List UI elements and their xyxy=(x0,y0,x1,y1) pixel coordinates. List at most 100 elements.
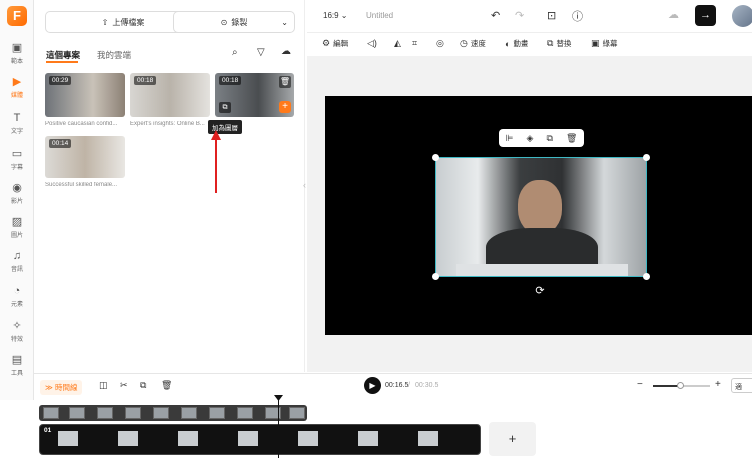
resize-handle[interactable] xyxy=(643,154,650,161)
nav-template[interactable]: ▣ 範本 xyxy=(0,42,34,65)
flip-icon[interactable]: ◭ xyxy=(394,38,401,49)
nav-text[interactable]: T 文字 xyxy=(0,112,34,135)
playhead-marker[interactable] xyxy=(274,395,283,401)
export-button[interactable]: → xyxy=(695,5,716,26)
layer-toolbar: ⊫ ◈ ⧉ 🗑 xyxy=(499,129,584,147)
chevron-down-icon[interactable]: ⌄ xyxy=(281,18,288,27)
main-track-clip[interactable]: 01 xyxy=(39,424,481,455)
clip-frame xyxy=(43,407,59,419)
nav-subtitle[interactable]: ▭ 字幕 xyxy=(0,148,34,171)
clip-frame xyxy=(153,407,169,419)
clip-frame xyxy=(358,431,378,446)
layers-icon[interactable]: ◈ xyxy=(526,133,533,144)
media-thumb[interactable]: 00:14 xyxy=(45,136,125,178)
opacity-icon[interactable]: ◎ xyxy=(436,38,444,49)
selected-video-layer[interactable] xyxy=(435,157,647,277)
clip-frame xyxy=(289,407,305,419)
cloud-icon[interactable]: ☁ xyxy=(281,46,291,57)
delete-icon[interactable]: 🗑 xyxy=(161,380,172,391)
media-thumb[interactable]: 00:18 xyxy=(130,73,210,117)
clip-frame xyxy=(298,431,318,446)
resize-handle[interactable] xyxy=(432,273,439,280)
media-thumb[interactable]: 00:29 xyxy=(45,73,125,117)
clip-frame xyxy=(118,431,138,446)
nav-image[interactable]: ▨ 圖片 xyxy=(0,216,34,239)
media-panel: ⇧上傳檔案 ⌄ ⊙錄製 ⌄ 這個專案 我的雲端 ⌕ ▽ ☁ 00:29 Posi… xyxy=(35,0,305,372)
add-icon[interactable]: + xyxy=(279,101,291,113)
tab-this-project[interactable]: 這個專案 xyxy=(46,49,80,61)
elements-icon: ◔ xyxy=(13,285,21,297)
aspect-ratio-select[interactable]: 16:9 ⌄ xyxy=(323,11,348,20)
clip-frame xyxy=(238,431,258,446)
timeline-toggle[interactable]: ≫ 時間線 xyxy=(40,380,83,395)
clip-frame xyxy=(178,431,198,446)
redo-icon[interactable]: ↷ xyxy=(515,9,524,22)
rotate-icon[interactable]: ⟳ xyxy=(532,284,548,300)
undo-icon[interactable]: ↶ xyxy=(491,9,500,22)
duplicate-icon[interactable]: ⧉ xyxy=(546,133,552,144)
timeline: ≫ 時間線 ◫ ✂ ⧉ 🗑 ▶ 00:16.5 / 00:30.5 − + 適 … xyxy=(34,373,752,458)
effects-icon: ✧ xyxy=(12,320,22,332)
zoom-slider-thumb[interactable] xyxy=(677,382,684,389)
green-screen-button[interactable]: ▣ 綠幕 xyxy=(591,38,618,49)
trash-icon[interactable]: 🗑 xyxy=(566,133,577,144)
nav-tools[interactable]: ▤ 工具 xyxy=(0,354,34,377)
fit-button[interactable]: 適 xyxy=(731,378,752,393)
clip-frame xyxy=(418,431,438,446)
sliders-icon: ⚙ xyxy=(322,38,331,48)
arrow-right-icon: → xyxy=(700,9,711,21)
nav-elements[interactable]: ◔ 元素 xyxy=(0,285,34,308)
duration-badge: 00:29 xyxy=(49,76,72,85)
add-track-button[interactable]: + xyxy=(489,422,536,456)
resize-handle[interactable] xyxy=(432,154,439,161)
animation-icon: ◐ xyxy=(505,38,511,49)
top-bar: 16:9 ⌄ Untitled ↶ ↷ ⊡ ⓘ ☁ → xyxy=(307,0,752,33)
project-title[interactable]: Untitled xyxy=(366,11,393,20)
trash-icon[interactable]: 🗑 xyxy=(279,76,291,88)
subtitle-icon: ▭ xyxy=(11,148,23,160)
thumb-caption: Expert's insights: Online B... xyxy=(130,121,205,127)
play-icon: ▶ xyxy=(369,381,376,390)
zoom-in-icon[interactable]: + xyxy=(715,379,721,390)
screenshot-icon[interactable]: ⊡ xyxy=(547,9,556,22)
replace-icon: ⧉ xyxy=(547,38,554,48)
timeline-icon: ≫ xyxy=(45,383,53,392)
filter-icon[interactable]: ▽ xyxy=(257,47,265,58)
duplicate-icon[interactable]: ⧉ xyxy=(140,380,146,391)
record-button[interactable]: ⊙ 錄製 ⌄ xyxy=(173,11,295,33)
nav-effects[interactable]: ✧ 特效 xyxy=(0,320,34,343)
video-canvas[interactable]: ⊫ ◈ ⧉ 🗑 ⟳ xyxy=(325,96,752,335)
duration-badge: 00:18 xyxy=(219,76,242,85)
animation-button[interactable]: ◐ 動畫 xyxy=(505,38,528,49)
avatar[interactable] xyxy=(732,5,752,27)
layer-icon[interactable]: ⧉ xyxy=(219,102,231,113)
clip-frame xyxy=(125,407,141,419)
help-icon[interactable]: ⓘ xyxy=(572,8,583,24)
speed-icon: ◷ xyxy=(460,38,468,48)
nav-video[interactable]: ◉ 影片 xyxy=(0,182,34,205)
crop-icon[interactable]: ⌗ xyxy=(412,38,417,49)
volume-icon[interactable]: ◁) xyxy=(367,38,377,49)
align-icon[interactable]: ⊫ xyxy=(506,133,514,144)
edit-button[interactable]: ⚙ 編輯 xyxy=(322,38,348,49)
clip-frame xyxy=(181,407,197,419)
media-thumb[interactable]: 00:18 🗑 ⧉ + xyxy=(215,73,294,117)
duration-badge: 00:14 xyxy=(49,139,72,148)
search-icon[interactable]: ⌕ xyxy=(232,47,238,58)
red-arrow-annotation xyxy=(211,130,221,193)
playhead[interactable] xyxy=(278,396,279,458)
cloud-sync-icon[interactable]: ☁ xyxy=(668,8,679,21)
zoom-slider-fill xyxy=(653,385,680,387)
app-logo[interactable]: F xyxy=(7,6,27,26)
replace-button[interactable]: ⧉ 替換 xyxy=(547,38,571,49)
tab-my-cloud[interactable]: 我的雲端 xyxy=(97,49,131,61)
zoom-out-icon[interactable]: − xyxy=(637,379,643,390)
nav-audio[interactable]: ♫ 音訊 xyxy=(0,250,34,273)
speed-button[interactable]: ◷ 速度 xyxy=(460,38,486,49)
resize-handle[interactable] xyxy=(643,273,650,280)
nav-media[interactable]: ▶ 媒體 xyxy=(0,76,34,99)
overlay-track-clip[interactable] xyxy=(39,405,307,421)
play-button[interactable]: ▶ xyxy=(364,377,381,394)
split-icon[interactable]: ◫ xyxy=(99,380,108,391)
cut-icon[interactable]: ✂ xyxy=(120,380,128,391)
